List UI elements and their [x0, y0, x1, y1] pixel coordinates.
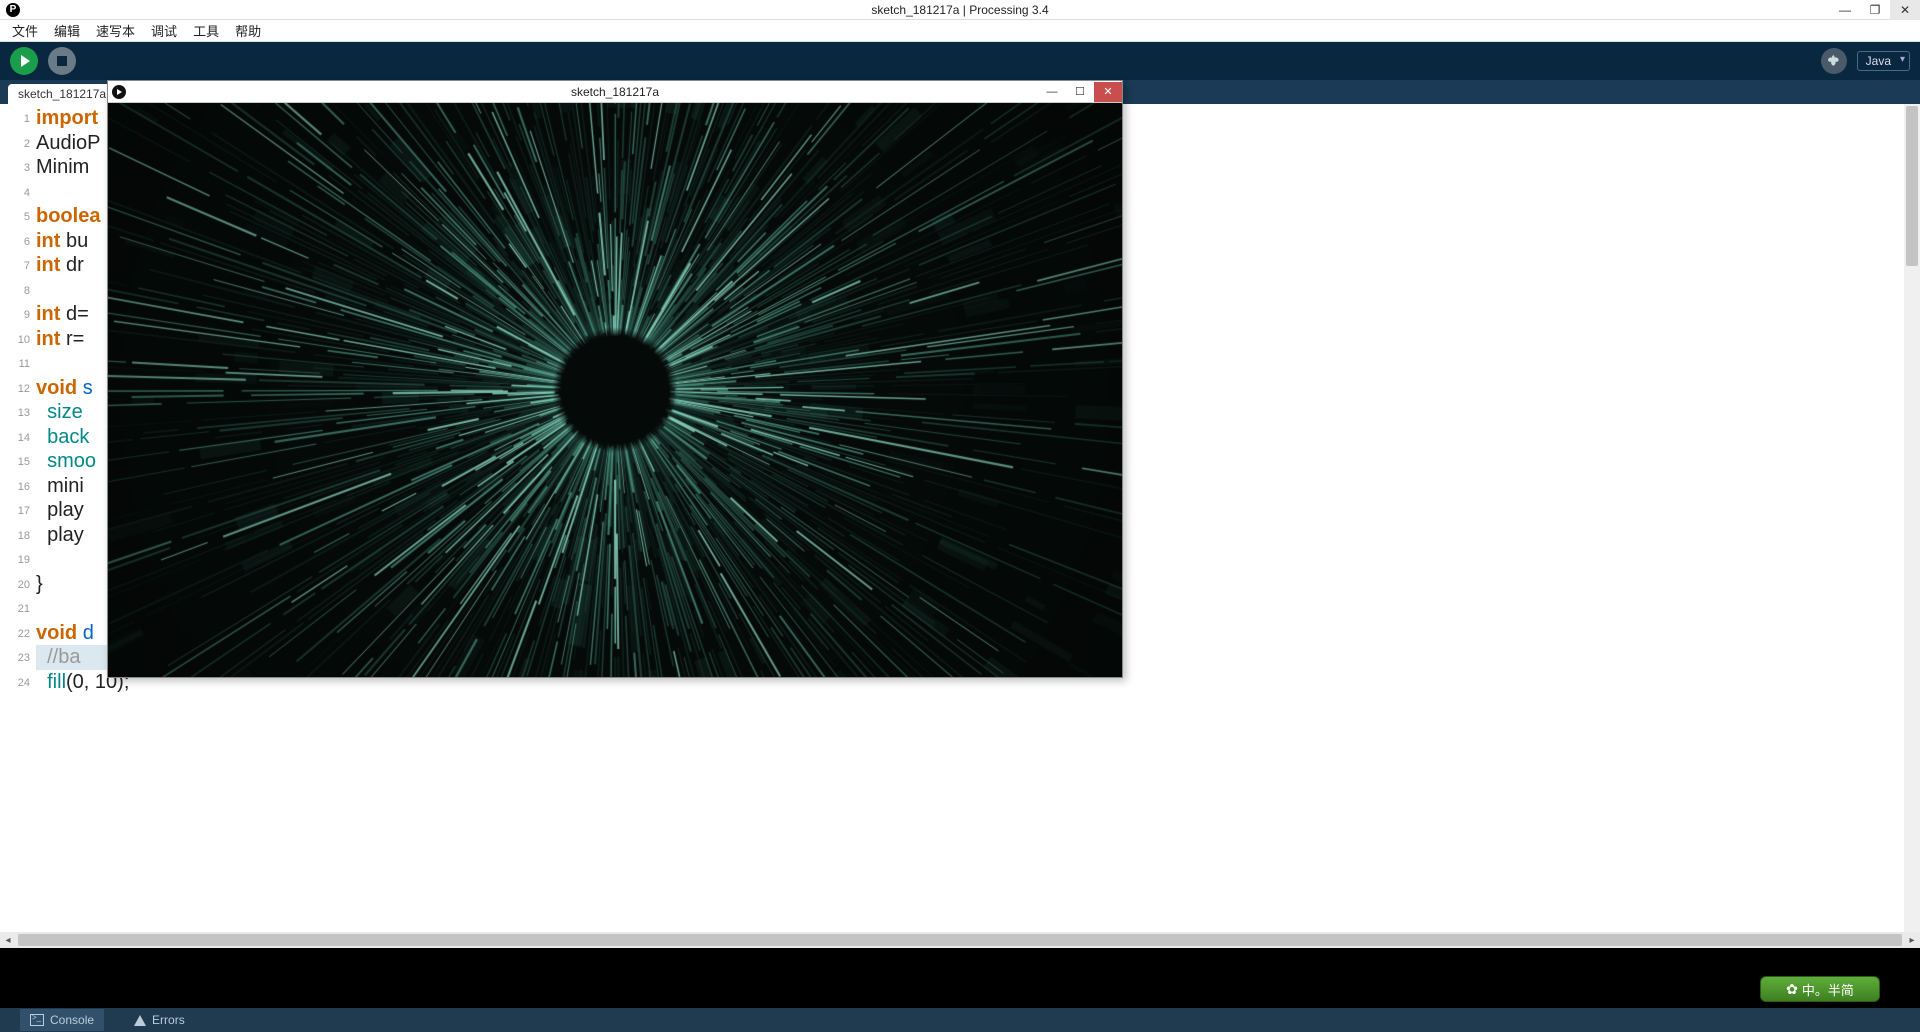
mode-select[interactable]: Java	[1857, 51, 1910, 71]
statusbar: Console Errors	[0, 1008, 1920, 1032]
sketch-close-button[interactable]: ✕	[1094, 82, 1122, 102]
scroll-thumb[interactable]	[1906, 106, 1918, 266]
run-button[interactable]	[10, 47, 38, 75]
os-window-controls: — ❐ ✕	[1830, 0, 1920, 20]
sketch-app-icon	[112, 85, 126, 99]
os-close-button[interactable]: ✕	[1890, 0, 1920, 20]
status-errors-label: Errors	[152, 1013, 185, 1027]
status-errors-tab[interactable]: Errors	[124, 1009, 195, 1031]
menu-tools[interactable]: 工具	[185, 19, 227, 42]
status-console-label: Console	[50, 1013, 94, 1027]
butterfly-icon	[1826, 53, 1842, 69]
ime-flower-icon: ✿	[1786, 981, 1798, 998]
menu-sketch[interactable]: 速写本	[88, 19, 143, 42]
status-console-tab[interactable]: Console	[20, 1009, 104, 1031]
os-titlebar: P sketch_181217a | Processing 3.4 — ❐ ✕	[0, 0, 1920, 20]
menu-debug[interactable]: 调试	[143, 19, 185, 42]
processing-app-icon: P	[6, 3, 20, 17]
menu-edit[interactable]: 编辑	[46, 19, 88, 42]
sketch-output-window[interactable]: sketch_181217a — ☐ ✕	[107, 80, 1123, 678]
horizontal-scrollbar[interactable]: ◂ ▸	[0, 932, 1920, 948]
sketch-window-title: sketch_181217a	[571, 85, 659, 99]
stop-icon	[57, 56, 67, 66]
ime-indicator[interactable]: ✿ 中。半简	[1760, 976, 1880, 1002]
hscroll-right-icon[interactable]: ▸	[1904, 932, 1920, 948]
toolbar: Java	[0, 42, 1920, 80]
gutter: 123456789101112131415161718192021222324	[0, 104, 36, 932]
sketch-canvas-holder	[108, 103, 1122, 677]
tab-label: sketch_181217a	[18, 87, 106, 101]
play-icon	[21, 55, 30, 67]
debug-button[interactable]	[1821, 48, 1847, 74]
mode-label: Java	[1866, 54, 1891, 68]
warning-icon	[134, 1015, 146, 1026]
sketch-maximize-button[interactable]: ☐	[1066, 82, 1094, 102]
menu-help[interactable]: 帮助	[227, 19, 269, 42]
sketch-minimize-button[interactable]: —	[1038, 82, 1066, 102]
window-title: sketch_181217a | Processing 3.4	[871, 3, 1048, 17]
vertical-scrollbar[interactable]	[1904, 104, 1920, 932]
console-panel: ✿ 中。半简	[0, 948, 1920, 1008]
ime-label: 中。半简	[1802, 980, 1854, 999]
console-icon	[30, 1014, 44, 1026]
hscroll-left-icon[interactable]: ◂	[0, 932, 16, 948]
os-maximize-button[interactable]: ❐	[1860, 0, 1890, 20]
menu-file[interactable]: 文件	[4, 19, 46, 42]
os-minimize-button[interactable]: —	[1830, 0, 1860, 20]
hscroll-thumb[interactable]	[18, 934, 1902, 946]
sketch-canvas	[108, 103, 1122, 677]
menubar: 文件 编辑 速写本 调试 工具 帮助	[0, 20, 1920, 42]
sketch-titlebar[interactable]: sketch_181217a — ☐ ✕	[108, 81, 1122, 103]
stop-button[interactable]	[48, 47, 76, 75]
